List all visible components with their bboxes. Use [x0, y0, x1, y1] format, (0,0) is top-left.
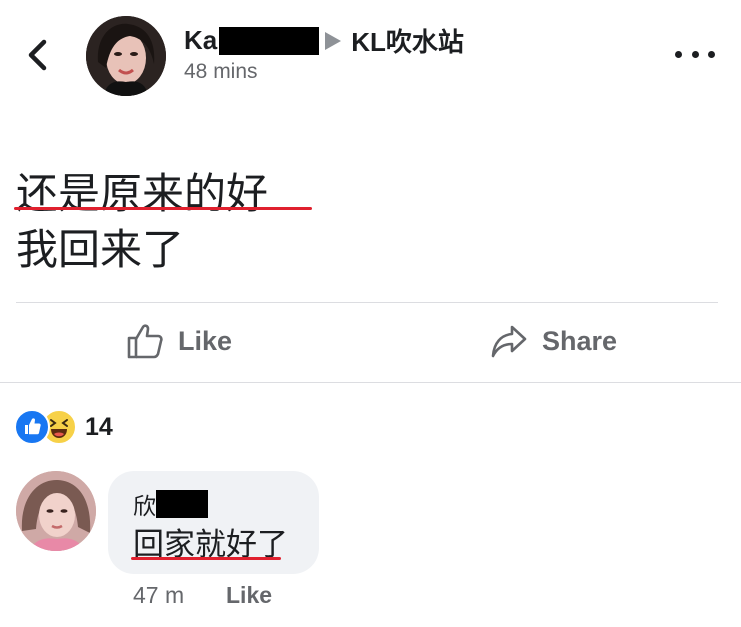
more-options-button[interactable]	[675, 44, 715, 64]
more-dots-icon	[691, 50, 699, 58]
more-dots-icon	[708, 50, 715, 58]
commenter-avatar-image	[16, 471, 96, 551]
share-button[interactable]: Share	[490, 322, 617, 360]
group-arrow-icon	[325, 31, 342, 50]
author-avatar[interactable]	[86, 16, 166, 96]
reactions-summary[interactable]: 14	[14, 409, 113, 445]
like-reaction-icon	[14, 409, 50, 445]
more-dots-icon	[675, 50, 682, 58]
comment-author-line: 欣	[133, 487, 208, 521]
author-avatar-image	[86, 16, 166, 96]
back-chevron-icon	[28, 39, 47, 71]
author-name[interactable]: Ka	[184, 25, 217, 56]
group-name[interactable]: KL吹水站	[351, 22, 464, 59]
post-timestamp[interactable]: 48 mins	[184, 60, 258, 84]
red-underline-annotation	[14, 207, 312, 210]
divider	[0, 382, 741, 383]
comment-author-name[interactable]: 欣	[133, 487, 156, 521]
divider	[16, 302, 718, 303]
post-author-line: Ka KL吹水站	[184, 22, 464, 59]
like-button[interactable]: Like	[126, 322, 232, 360]
commenter-avatar[interactable]	[16, 471, 96, 551]
redacted-author-name	[219, 26, 320, 55]
thumbs-up-icon	[127, 324, 163, 359]
red-underline-annotation	[131, 557, 281, 560]
post-text-line-1: 还是原来的好	[16, 169, 269, 218]
comment-timestamp[interactable]: 47 m	[133, 582, 184, 609]
share-arrow-icon	[491, 325, 527, 358]
reaction-count: 14	[85, 412, 113, 441]
like-label: Like	[178, 325, 233, 356]
redacted-commenter-name	[156, 490, 208, 518]
comment-like-button[interactable]: Like	[226, 582, 272, 609]
share-label: Share	[542, 325, 618, 356]
back-button[interactable]	[22, 38, 56, 72]
post-text-line-2: 我回来了	[16, 225, 185, 274]
